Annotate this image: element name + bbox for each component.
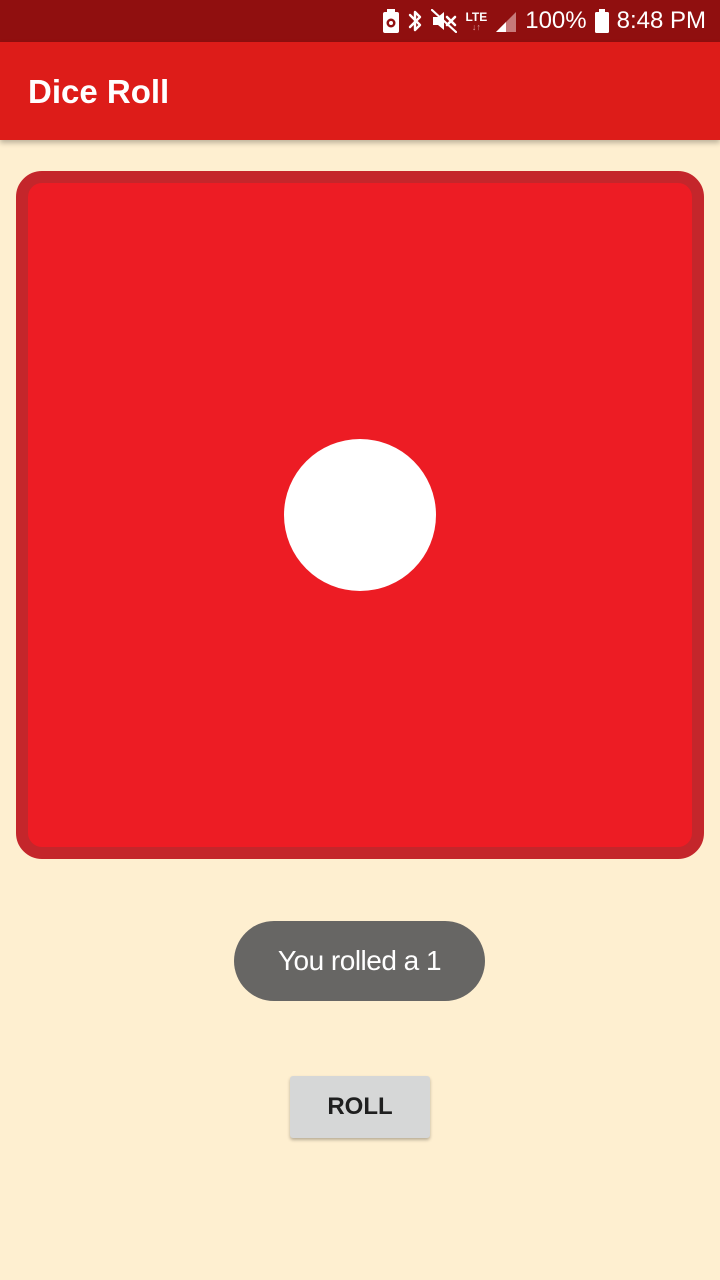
clock: 8:48 PM	[616, 7, 706, 34]
status-icons: LTE ↓↑ 100% 8:48 PM	[383, 0, 706, 42]
app-title: Dice Roll	[28, 73, 170, 110]
die-face	[16, 171, 704, 859]
battery-saver-icon	[383, 9, 400, 33]
die-pip	[284, 439, 436, 591]
status-bar: LTE ↓↑ 100% 8:48 PM	[0, 0, 720, 42]
bluetooth-icon	[407, 8, 423, 34]
lte-icon: LTE ↓↑	[465, 11, 487, 32]
lte-label: LTE	[465, 9, 488, 24]
battery-icon	[594, 9, 609, 33]
toast-message: You rolled a 1	[234, 921, 485, 1001]
app-bar: Dice Roll	[0, 42, 720, 140]
roll-button[interactable]: ROLL	[290, 1076, 430, 1138]
vibrate-icon	[431, 9, 458, 33]
lte-arrows: ↓↑	[471, 21, 481, 32]
battery-percent: 100%	[525, 7, 587, 34]
cell-signal-icon	[495, 9, 517, 33]
